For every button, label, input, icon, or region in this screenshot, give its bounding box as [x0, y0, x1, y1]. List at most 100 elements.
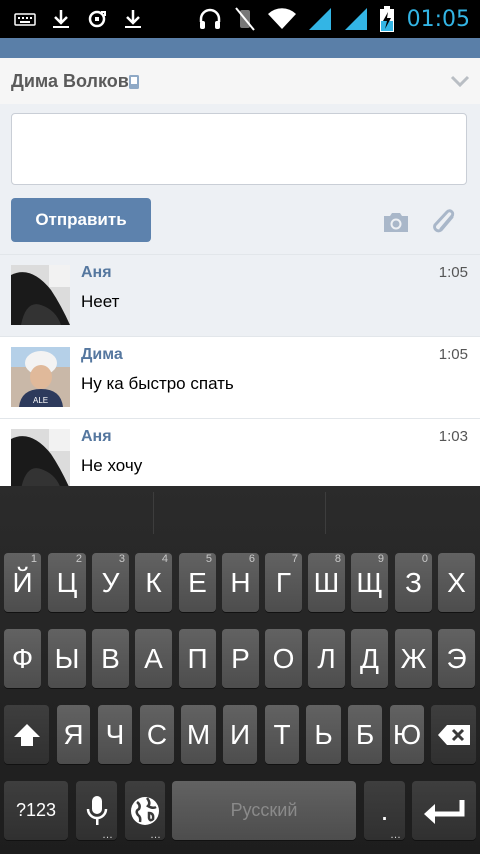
key-label: Э: [446, 642, 467, 674]
key-hint: 9: [377, 553, 384, 565]
key-н[interactable]: Н6: [222, 553, 259, 612]
download-icon: [53, 10, 69, 28]
key-л[interactable]: Л: [308, 629, 345, 688]
key-з[interactable]: З0: [395, 553, 432, 612]
key-о[interactable]: О: [265, 629, 302, 688]
shift-key[interactable]: [4, 705, 49, 764]
key-label: Ь: [314, 718, 333, 750]
symbols-key[interactable]: ?123: [4, 781, 68, 840]
wifi-icon: [267, 8, 296, 29]
keyboard-icon: [14, 13, 36, 26]
key-label: В: [101, 642, 120, 674]
paperclip-icon[interactable]: [432, 208, 458, 238]
microphone-icon: [86, 795, 107, 825]
key-label: .: [380, 794, 389, 826]
key-ш[interactable]: Ш8: [308, 553, 345, 612]
suggestion-strip[interactable]: [0, 486, 480, 540]
avatar: [11, 265, 70, 325]
key-б[interactable]: Б: [348, 705, 382, 764]
key-hint: 6: [248, 553, 255, 565]
key-м[interactable]: М: [181, 705, 216, 764]
key-label: О: [272, 642, 295, 674]
sync-icon: [88, 10, 106, 28]
key-label: Х: [447, 566, 466, 598]
key-х[interactable]: Х: [438, 553, 475, 612]
key-label: И: [229, 718, 251, 750]
key-ю[interactable]: Ю: [390, 705, 424, 764]
key-label: У: [101, 566, 120, 598]
message-input[interactable]: [11, 113, 467, 185]
vibrate-off-icon: [234, 7, 255, 31]
backspace-key[interactable]: [431, 705, 476, 764]
message-item[interactable]: ALE Дима 1:05 Ну ка быстро спать: [0, 336, 480, 418]
message-item[interactable]: Аня 1:05 Неет: [0, 254, 480, 336]
period-key[interactable]: .…: [364, 781, 405, 841]
key-hint: 8: [334, 553, 341, 565]
key-ж[interactable]: Ж: [395, 629, 432, 688]
message-time: 1:05: [438, 346, 468, 363]
key-щ[interactable]: Щ9: [351, 553, 388, 612]
battery-charging-icon: [379, 6, 394, 32]
more-options-icon: …: [390, 829, 401, 841]
key-ы[interactable]: Ы: [48, 629, 86, 688]
conversation-header[interactable]: Дима Волков: [0, 58, 480, 105]
backspace-icon: [437, 724, 470, 745]
chevron-down-icon[interactable]: [450, 74, 470, 88]
key-е[interactable]: Е5: [179, 553, 216, 612]
download-icon: [125, 10, 141, 28]
key-label: Б: [355, 718, 375, 750]
key-label: Ц: [56, 566, 78, 598]
language-key[interactable]: …: [125, 781, 165, 841]
signal-icon: [308, 8, 331, 30]
key-label: Ф: [11, 642, 34, 674]
key-ч[interactable]: Ч: [98, 705, 132, 764]
key-label: С: [146, 718, 168, 750]
key-label: К: [145, 566, 162, 598]
key-hint: 1: [30, 553, 37, 565]
key-п[interactable]: П: [179, 629, 216, 688]
signal-icon: [344, 8, 367, 30]
key-ц[interactable]: Ц2: [48, 553, 86, 612]
key-в[interactable]: В: [92, 629, 129, 688]
message-text: Ну ка быстро спать: [81, 374, 234, 393]
avatar: ALE: [11, 347, 70, 407]
key-й[interactable]: Й1: [4, 553, 41, 612]
key-а[interactable]: А: [135, 629, 172, 688]
key-label: ?123: [15, 800, 57, 820]
message-sender: Дима: [81, 346, 123, 363]
key-у[interactable]: У3: [92, 553, 129, 612]
key-hint: 3: [118, 553, 125, 565]
key-э[interactable]: Э: [438, 629, 475, 688]
key-label: Р: [231, 642, 250, 674]
message-list: Аня 1:05 Неет ALE Дима 1:05 Ну ка быстро…: [0, 254, 480, 486]
message-time: 1:05: [438, 264, 468, 281]
key-label: Русский: [230, 800, 298, 820]
message-text: Неет: [81, 292, 120, 311]
key-label: Ч: [105, 718, 125, 750]
key-hint: 5: [205, 553, 212, 565]
svg-text:ALE: ALE: [33, 396, 48, 405]
message-item[interactable]: Аня 1:03 Не хочу: [0, 418, 480, 486]
key-с[interactable]: С: [140, 705, 174, 764]
key-hint: 0: [421, 553, 428, 565]
key-и[interactable]: И: [223, 705, 257, 764]
key-р[interactable]: Р: [222, 629, 259, 688]
key-ф[interactable]: Ф: [4, 629, 41, 688]
send-button[interactable]: Отправить: [11, 198, 151, 242]
key-ь[interactable]: Ь: [306, 705, 341, 764]
key-hint: 4: [161, 553, 168, 565]
message-sender: Аня: [81, 264, 112, 281]
status-bar: 01:05: [0, 0, 480, 38]
key-д[interactable]: Д: [351, 629, 388, 688]
space-key[interactable]: Русский: [172, 781, 356, 840]
enter-key[interactable]: [412, 781, 476, 840]
key-т[interactable]: Т: [265, 705, 299, 764]
camera-icon[interactable]: [381, 210, 411, 234]
key-г[interactable]: Г7: [265, 553, 302, 612]
key-label: Ю: [392, 718, 422, 750]
key-я[interactable]: Я: [57, 705, 90, 764]
key-к[interactable]: К4: [135, 553, 172, 612]
voice-input-key[interactable]: …: [76, 781, 117, 841]
app-bar-stripe: [0, 38, 480, 58]
phone-icon: [129, 75, 139, 89]
